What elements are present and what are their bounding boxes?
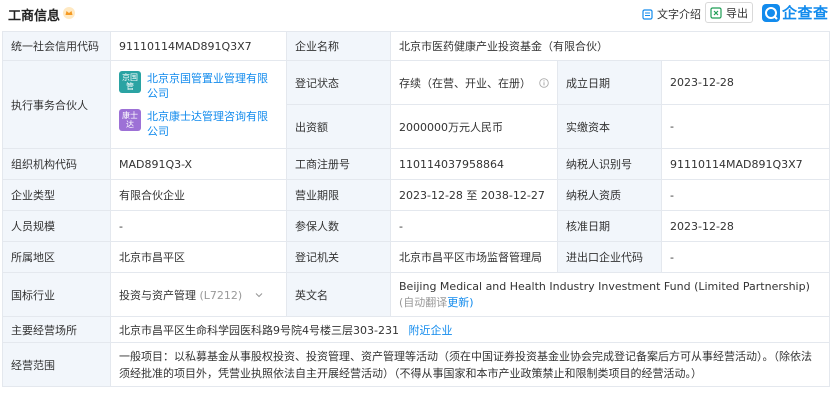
address-label: 主要经营场所	[2, 316, 111, 343]
table-row: 所属地区 北京市昌平区 登记机关 北京市昌平区市场监督管理局 进出口企业代码 -	[2, 241, 831, 273]
update-translation-link[interactable]: 更新)	[447, 296, 473, 309]
brand-name: 企查查	[782, 4, 829, 22]
taxpayer-qual-label: 纳税人资质	[557, 179, 662, 211]
industry-code: (L7212)	[199, 288, 243, 302]
table-row: 组织机构代码 MAD891Q3-X 工商注册号 110114037958864 …	[2, 148, 831, 180]
established-label: 成立日期	[557, 60, 662, 105]
table-row: 统一社会信用代码 91110114MAD891Q3X7 企业名称 北京市医药健康…	[2, 31, 831, 61]
scope-label: 经营范围	[2, 342, 111, 387]
industry-value: 投资与资产管理	[119, 288, 196, 302]
table-row: 国标行业 投资与资产管理 (L7212) 英文名 Beijing Medical…	[2, 272, 831, 317]
taxpayer-qual-value: -	[660, 179, 831, 211]
approval-value: 2023-12-28	[660, 210, 831, 242]
industry-label: 国标行业	[2, 272, 111, 317]
reg-no-value: 110114037958864	[390, 148, 558, 180]
auto-translate-note: (自动翻译	[399, 295, 448, 309]
insured-value: -	[390, 210, 558, 242]
status-cell: 存续（在营、开业、在册）	[390, 60, 558, 105]
authority-value: 北京市昌平区市场监督管理局	[390, 241, 558, 273]
term-value: 2023-12-28 至 2038-12-27	[390, 179, 558, 211]
capital-value: 2000000万元人民币	[390, 104, 558, 149]
table-row: 主要经营场所 北京市昌平区生命科学园医科路9号院4号楼三层303-231 附近企…	[2, 316, 831, 343]
document-icon	[642, 8, 653, 20]
staff-label: 人员规模	[2, 210, 111, 242]
info-icon[interactable]	[538, 77, 549, 88]
ie-code-label: 进出口企业代码	[557, 241, 662, 273]
partner-cell: 京国管 北京京国管置业管理有限公司 康士达 北京康士达管理咨询有限公司	[110, 60, 287, 149]
excel-icon	[710, 6, 722, 19]
partner-label: 执行事务合伙人	[2, 60, 111, 149]
nearby-companies-link[interactable]: 附近企业	[408, 324, 452, 337]
org-code-label: 组织机构代码	[2, 148, 111, 180]
company-name-value: 北京市医药健康产业投资基金（有限合伙）	[389, 31, 831, 61]
status-label: 登记状态	[286, 60, 391, 105]
authority-label: 登记机关	[286, 241, 391, 273]
table-row: 企业类型 有限合伙企业 营业期限 2023-12-28 至 2038-12-27…	[2, 179, 831, 211]
insured-label: 参保人数	[286, 210, 391, 242]
region-value: 北京市昌平区	[110, 241, 287, 273]
capital-label: 出资额	[286, 104, 391, 149]
credit-code-label: 统一社会信用代码	[2, 31, 111, 61]
paid-capital-value: -	[660, 104, 831, 149]
english-label: 英文名	[286, 272, 391, 317]
table-row: 人员规模 - 参保人数 - 核准日期 2023-12-28	[2, 210, 831, 242]
status-value: 存续（在营、开业、在册）	[399, 76, 531, 90]
export-button[interactable]: 导出	[705, 2, 753, 23]
paid-capital-label: 实缴资本	[557, 104, 662, 149]
industry-cell[interactable]: 投资与资产管理 (L7212)	[110, 272, 287, 317]
address-cell: 北京市昌平区生命科学园医科路9号院4号楼三层303-231 附近企业	[109, 316, 831, 343]
reg-no-label: 工商注册号	[286, 148, 391, 180]
export-label: 导出	[726, 6, 748, 20]
partner2-name[interactable]: 北京康士达管理咨询有限公司	[147, 109, 278, 139]
section-header: 工商信息 文字介绍 导出 企查查	[0, 0, 831, 27]
type-value: 有限合伙企业	[110, 179, 287, 211]
partner1-logo: 京国管	[119, 70, 141, 93]
address-value: 北京市昌平区生命科学园医科路9号院4号楼三层303-231	[119, 323, 399, 337]
company-name-label: 企业名称	[286, 31, 391, 61]
taxpayer-id-value: 91110114MAD891Q3X7	[660, 148, 831, 180]
chevron-down-icon[interactable]	[254, 290, 264, 300]
partner-item[interactable]: 康士达 北京康士达管理咨询有限公司	[119, 108, 278, 139]
scope-value: 一般项目：以私募基金从事股权投资、投资管理、资产管理等活动（须在中国证券投资基金…	[109, 342, 831, 387]
section-title: 工商信息	[8, 9, 61, 24]
partner2-logo: 康士达	[119, 108, 141, 131]
term-label: 营业期限	[286, 179, 391, 211]
text-intro-label: 文字介绍	[657, 8, 701, 21]
table-row: 经营范围 一般项目：以私募基金从事股权投资、投资管理、资产管理等活动（须在中国证…	[2, 342, 831, 387]
english-cell: Beijing Medical and Health Industry Inve…	[389, 272, 831, 317]
approval-label: 核准日期	[557, 210, 662, 242]
english-value: Beijing Medical and Health Industry Inve…	[399, 279, 810, 293]
type-label: 企业类型	[2, 179, 111, 211]
ie-code-value: -	[660, 241, 831, 273]
partner-item[interactable]: 京国管 北京京国管置业管理有限公司	[119, 70, 278, 101]
text-intro-link[interactable]: 文字介绍	[642, 6, 701, 22]
business-info-table: 统一社会信用代码 91110114MAD891Q3X7 企业名称 北京市医药健康…	[2, 31, 831, 387]
table-row: 执行事务合伙人 京国管 北京京国管置业管理有限公司 康士达 北京康士达管理咨询有…	[2, 60, 831, 149]
taxpayer-id-label: 纳税人识别号	[557, 148, 662, 180]
staff-value: -	[110, 210, 287, 242]
qcc-logo-icon	[762, 3, 780, 22]
established-value: 2023-12-28	[660, 60, 831, 105]
org-code-value: MAD891Q3-X	[110, 148, 287, 180]
brand-logo: 企查查	[762, 2, 829, 23]
vip-crown-icon	[63, 7, 75, 19]
credit-code-value: 91110114MAD891Q3X7	[110, 31, 287, 61]
partner1-name[interactable]: 北京京国管置业管理有限公司	[147, 71, 278, 101]
region-label: 所属地区	[2, 241, 111, 273]
